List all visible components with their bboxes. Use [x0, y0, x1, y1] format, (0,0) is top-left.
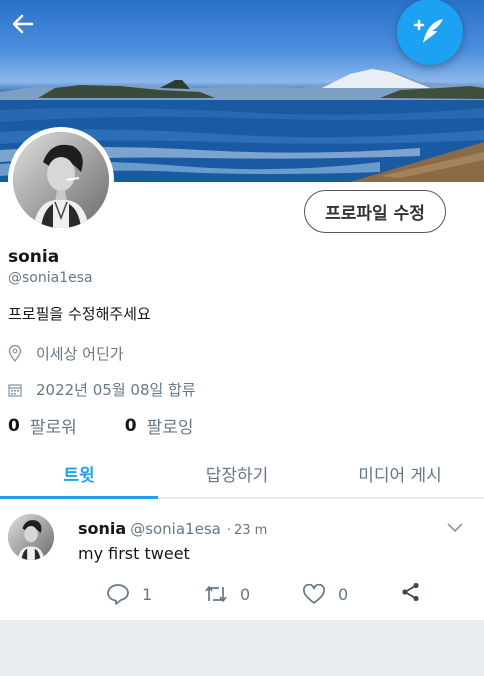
profile-joined: 2022년 05월 08일 합류 [8, 379, 196, 400]
calendar-icon [8, 383, 22, 397]
edit-profile-button[interactable]: 프로파일 수정 [304, 190, 446, 233]
compose-tweet-button[interactable] [397, 0, 463, 65]
tweet-author-handle: @sonia1esa [130, 520, 221, 538]
profile-location: 이세상 어딘가 [8, 343, 124, 364]
retweet-count: 0 [240, 584, 251, 604]
tweet-actions: 1 0 0 [106, 581, 422, 607]
following-count: 0 [124, 415, 137, 436]
tweet-item[interactable]: sonia @sonia1esa · 23 m my first tweet 1 [0, 499, 484, 620]
retweet-button[interactable]: 0 [204, 584, 302, 604]
back-button[interactable] [12, 14, 46, 48]
avatar-photo [13, 132, 109, 228]
profile-handle: @sonia1esa [8, 270, 93, 286]
location-text: 이세상 어딘가 [36, 345, 124, 363]
heart-icon [303, 583, 325, 604]
location-pin-icon [8, 345, 22, 362]
tweet-author-name: sonia [78, 519, 127, 538]
profile-name: sonia [8, 247, 60, 267]
joined-text: 2022년 05월 08일 합류 [36, 381, 196, 399]
share-button[interactable] [400, 581, 422, 607]
profile-page: 프로파일 수정 sonia @sonia1esa 프로필을 수정해주세요 이세상… [0, 0, 484, 676]
like-count: 0 [338, 584, 349, 604]
feather-plus-icon [413, 19, 443, 43]
profile-tabs: 트윗 답장하기 미디어 게시 [0, 448, 484, 499]
followers-count: 0 [8, 415, 20, 436]
reply-button[interactable]: 1 [106, 583, 204, 605]
tweet-menu-button[interactable] [446, 519, 464, 538]
profile-avatar[interactable] [8, 127, 114, 233]
tweet-avatar[interactable] [8, 514, 54, 560]
tab-tweets[interactable]: 트윗 [0, 448, 158, 499]
tweet-separator: · [226, 523, 231, 538]
avatar-photo [8, 514, 54, 560]
retweet-icon [205, 586, 227, 602]
followers-link[interactable]: 0 팔로워 [8, 413, 77, 439]
profile-section: 프로파일 수정 sonia @sonia1esa 프로필을 수정해주세요 이세상… [0, 127, 484, 499]
arrow-left-icon [12, 14, 34, 34]
followers-label: 팔로워 [29, 418, 77, 438]
tweet-text: my first tweet [78, 544, 190, 563]
reply-icon [107, 584, 129, 605]
tab-replies[interactable]: 답장하기 [158, 448, 316, 498]
tweet-header: sonia @sonia1esa · 23 m [78, 519, 267, 538]
like-button[interactable]: 0 [302, 583, 400, 605]
share-icon [402, 582, 419, 602]
following-link[interactable]: 0 팔로잉 [124, 413, 194, 439]
profile-bio: 프로필을 수정해주세요 [8, 305, 151, 323]
tweet-timestamp: 23 m [233, 523, 268, 538]
follow-stats: 0 팔로워 0 팔로잉 [8, 413, 242, 439]
reply-count: 1 [142, 584, 153, 604]
following-label: 팔로잉 [146, 418, 194, 438]
tab-media[interactable]: 미디어 게시 [316, 448, 484, 498]
chevron-down-icon [447, 523, 463, 533]
